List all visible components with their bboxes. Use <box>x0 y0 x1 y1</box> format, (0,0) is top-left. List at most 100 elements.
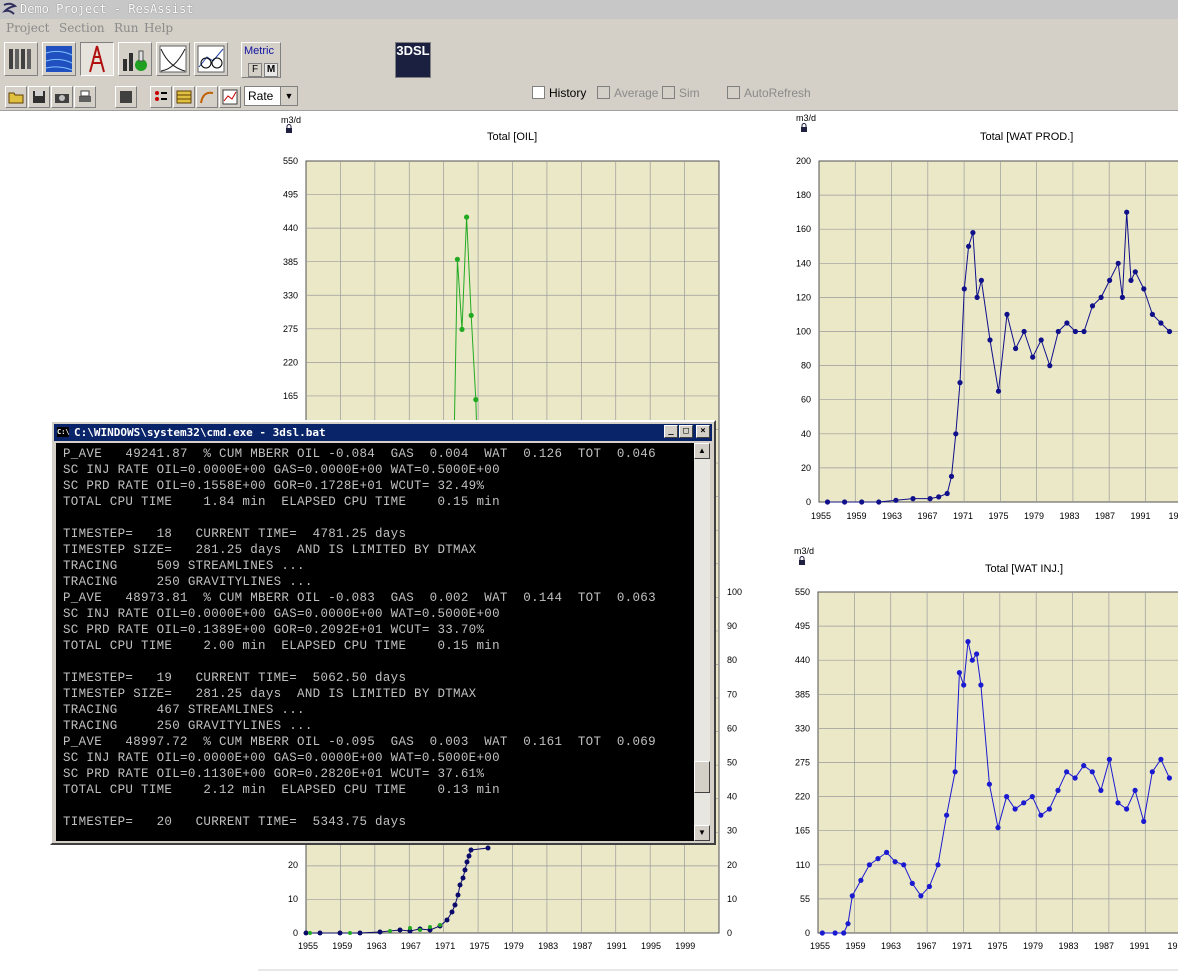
watprod-data-point <box>1128 277 1134 283</box>
lower-oil-data-point <box>388 929 392 933</box>
console-line: TRACING 250 GRAVITYLINES ... <box>63 719 313 733</box>
watinj-data-point <box>841 930 847 936</box>
scroll-down-button[interactable]: ▼ <box>694 825 710 841</box>
oil-xtick-label: 1975 <box>469 941 489 951</box>
console-line: SC INJ RATE OIL=0.0000E+00 GAS=0.0000E+0… <box>63 607 500 621</box>
watprod-data-point <box>987 337 993 343</box>
watinj-data-point <box>1072 775 1078 781</box>
console-line: TRACING 250 GRAVITYLINES ... <box>63 575 313 589</box>
watprod-data-point <box>978 277 985 283</box>
watprod-xtick-label: 1979 <box>1024 511 1044 521</box>
console-line: TRACING 467 STREAMLINES ... <box>63 703 305 717</box>
watinj-ytick-label: 550 <box>795 587 810 597</box>
lower-data-point <box>444 917 450 923</box>
watprod-data-point <box>1047 363 1053 369</box>
watprod-xtick-label: 1975 <box>988 511 1008 521</box>
lower-oil-data-point <box>438 923 442 927</box>
watinj-data-point <box>965 639 971 645</box>
lower-right-ytick-label: 20 <box>727 860 737 870</box>
oil-ytick-label: 330 <box>283 290 298 300</box>
watprod-data-point <box>970 230 976 236</box>
watprod-ytick-label: 80 <box>801 361 811 371</box>
watinj-xtick-label: 1975 <box>987 941 1007 951</box>
watinj-data-point <box>1038 812 1044 818</box>
watprod-data-point <box>995 388 1002 394</box>
lower-right-ytick-label: 60 <box>727 723 737 733</box>
watinj-data-point <box>926 883 933 890</box>
lower-right-ytick-label: 80 <box>727 655 737 665</box>
console-line: SC PRD RATE OIL=0.1130E+00 GOR=0.2820E+0… <box>63 767 485 781</box>
lower-data-point <box>377 929 383 935</box>
cmd-window[interactable]: C:\ C:\WINDOWS\system32\cmd.exe - 3dsl.b… <box>50 420 716 845</box>
padlock-icon[interactable] <box>800 123 808 132</box>
watinj-ytick-label: 495 <box>795 621 810 631</box>
watprod-data-point <box>944 490 950 497</box>
lower-data-point <box>317 930 323 936</box>
watprod-data-point <box>1124 209 1130 215</box>
watinj-data-point <box>978 682 984 688</box>
lower-data-point <box>337 930 343 936</box>
lower-data-point <box>397 927 403 933</box>
lower-right-ytick-label: 100 <box>727 587 742 597</box>
watinj-xtick-label: 199 <box>1167 941 1178 951</box>
watprod-data-point <box>961 286 967 292</box>
watinj-data-point <box>1089 769 1095 775</box>
watinj-data-point <box>956 670 963 676</box>
lower-oil-data-point <box>348 931 352 935</box>
padlock-icon[interactable] <box>798 556 806 565</box>
scroll-up-button[interactable]: ▲ <box>694 443 710 459</box>
watprod-xtick-label: 1987 <box>1095 511 1115 521</box>
watinj-data-point <box>832 930 838 936</box>
watprod-data-point <box>824 499 831 505</box>
watinj-data-point <box>952 769 958 775</box>
watprod-ytick-label: 200 <box>796 156 811 166</box>
watinj-data-point <box>1029 794 1035 800</box>
watprod-xtick-label: 1971 <box>953 511 973 521</box>
watprod-xtick-label: 1959 <box>846 511 866 521</box>
lower-right-ytick-label: 90 <box>727 621 737 631</box>
close-button[interactable]: × <box>696 425 710 438</box>
watprod-xtick-label: 1983 <box>1059 511 1079 521</box>
console-line: TIMESTEP SIZE= 281.25 days AND IS LIMITE… <box>63 543 477 557</box>
watinj-ytick-label: 330 <box>795 723 810 733</box>
lower-right-ytick-label: 30 <box>727 826 737 836</box>
oil-ytick-label: 220 <box>283 358 298 368</box>
watinj-ytick-label: 440 <box>795 655 810 665</box>
maximize-button[interactable]: □ <box>679 425 693 438</box>
lower-right-ytick-label: 40 <box>727 792 737 802</box>
watprod-data-point <box>927 496 933 502</box>
lower-left-ytick-label: 20 <box>288 860 298 870</box>
watprod-data-point <box>1064 320 1070 326</box>
oil-xtick-label: 1999 <box>675 941 695 951</box>
watinj-data-point <box>918 893 924 899</box>
watinj-data-point <box>944 812 950 818</box>
watinj-xtick-label: 1983 <box>1058 941 1078 951</box>
watprod-ytick-label: 180 <box>796 190 811 200</box>
watinj-data-point <box>1012 806 1018 812</box>
watprod-data-point <box>1004 311 1010 317</box>
console-line: SC INJ RATE OIL=0.0000E+00 GAS=0.0000E+0… <box>63 751 500 765</box>
console-scrollbar[interactable]: ▲ ▼ <box>694 443 710 841</box>
console-output[interactable]: P_AVE 49241.87 % CUM MBERR OIL -0.084 GA… <box>56 443 694 841</box>
console-line: P_AVE 49241.87 % CUM MBERR OIL -0.084 GA… <box>63 447 656 461</box>
watprod-data-point <box>1141 286 1147 292</box>
watprod-data-point <box>936 494 942 500</box>
lower-right-ytick-label: 0 <box>727 928 732 938</box>
cmd-titlebar[interactable]: C:\ C:\WINDOWS\system32\cmd.exe - 3dsl.b… <box>54 424 712 441</box>
minimize-button[interactable]: _ <box>664 425 678 438</box>
lower-data-point <box>457 882 463 888</box>
watprod-ytick-label: 20 <box>801 463 811 473</box>
watprod-data-point <box>1021 328 1027 335</box>
watprod-data-point <box>1081 328 1087 335</box>
watinj-ytick-label: 275 <box>795 758 810 768</box>
lower-data-point <box>466 853 472 859</box>
watinj-xtick-label: 1959 <box>845 941 865 951</box>
console-line: P_AVE 48973.81 % CUM MBERR OIL -0.083 GA… <box>63 591 656 605</box>
watinj-xtick-label: 1955 <box>810 941 830 951</box>
lower-data-point <box>464 859 470 865</box>
watprod-xtick-label: 1955 <box>811 511 831 521</box>
scroll-thumb[interactable] <box>694 761 710 793</box>
watprod-data-point <box>948 473 955 479</box>
console-line: SC INJ RATE OIL=0.0000E+00 GAS=0.0000E+0… <box>63 463 500 477</box>
watinj-data-point <box>1021 800 1027 806</box>
